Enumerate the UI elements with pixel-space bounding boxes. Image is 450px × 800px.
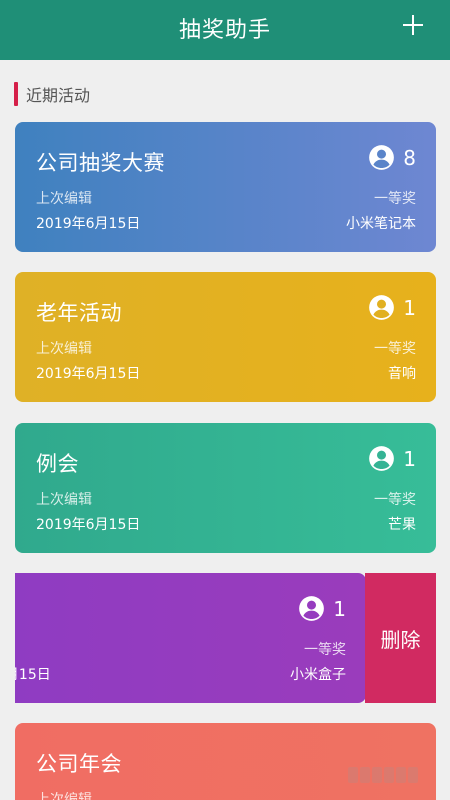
last-edited-label: 上次编辑 <box>36 792 92 800</box>
swipe-card-row[interactable]: 1 辑 6月15日 一等奖 小米盒子 删除 <box>15 573 450 703</box>
last-edited-label: 上次编辑 <box>36 341 92 357</box>
activity-card[interactable]: 公司年会 上次编辑 <box>15 723 436 800</box>
participant-count-value: 1 <box>403 446 416 471</box>
prize-level: 一等奖 <box>374 492 416 508</box>
top-app-bar: 抽奖助手 <box>0 0 450 60</box>
activity-card[interactable]: 公司抽奖大赛 8 上次编辑 2019年6月15日 一等奖 小米笔记本 <box>15 122 436 252</box>
last-edited-label: 上次编辑 <box>36 492 92 508</box>
last-edited-date: 2019年6月15日 <box>36 216 141 232</box>
participant-count: 1 <box>368 445 416 472</box>
person-circle-icon <box>369 446 395 471</box>
activity-name: 公司年会 <box>36 752 122 776</box>
participant-count: 1 <box>368 294 416 321</box>
last-edited-date: 2019年6月15日 <box>36 366 141 382</box>
activity-name: 老年活动 <box>36 301 122 325</box>
activity-card[interactable]: 例会 1 上次编辑 2019年6月15日 一等奖 芒果 <box>15 423 436 553</box>
watermark-mark <box>372 767 382 783</box>
person-circle-icon <box>369 295 395 320</box>
watermark-mark <box>384 767 394 783</box>
prize-name: 小米盒子 <box>290 667 346 683</box>
prize-level: 一等奖 <box>304 642 346 658</box>
watermark-mark <box>360 767 370 783</box>
participant-count-value: 1 <box>333 596 346 621</box>
last-edited-date: 6月15日 <box>15 667 51 683</box>
activity-name: 例会 <box>36 452 79 476</box>
add-button[interactable] <box>398 10 428 40</box>
participant-count-value: 1 <box>403 295 416 320</box>
watermark-mark <box>348 767 358 783</box>
delete-button[interactable]: 删除 <box>365 573 436 703</box>
last-edited-date: 2019年6月15日 <box>36 517 141 533</box>
participant-count: 1 <box>298 595 346 622</box>
section-title: 近期活动 <box>26 86 91 105</box>
prize-level: 一等奖 <box>374 191 416 207</box>
section-accent-bar <box>14 82 18 106</box>
watermark <box>348 767 428 783</box>
section-header: 近期活动 <box>14 82 90 106</box>
activity-name: 公司抽奖大赛 <box>36 151 165 175</box>
last-edited-label: 上次编辑 <box>36 191 92 207</box>
person-circle-icon <box>369 145 395 170</box>
prize-name: 小米笔记本 <box>346 216 416 232</box>
prize-name: 芒果 <box>388 517 416 533</box>
participant-count: 8 <box>368 144 416 171</box>
activity-card[interactable]: 老年活动 1 上次编辑 2019年6月15日 一等奖 音响 <box>15 272 436 402</box>
person-circle-icon <box>299 596 325 621</box>
watermark-mark <box>396 767 406 783</box>
page-title: 抽奖助手 <box>178 18 271 43</box>
activity-card[interactable]: 1 辑 6月15日 一等奖 小米盒子 <box>15 573 366 703</box>
participant-count-value: 8 <box>403 145 416 170</box>
prize-name: 音响 <box>388 366 416 382</box>
prize-level: 一等奖 <box>374 341 416 357</box>
watermark-mark <box>408 767 418 783</box>
